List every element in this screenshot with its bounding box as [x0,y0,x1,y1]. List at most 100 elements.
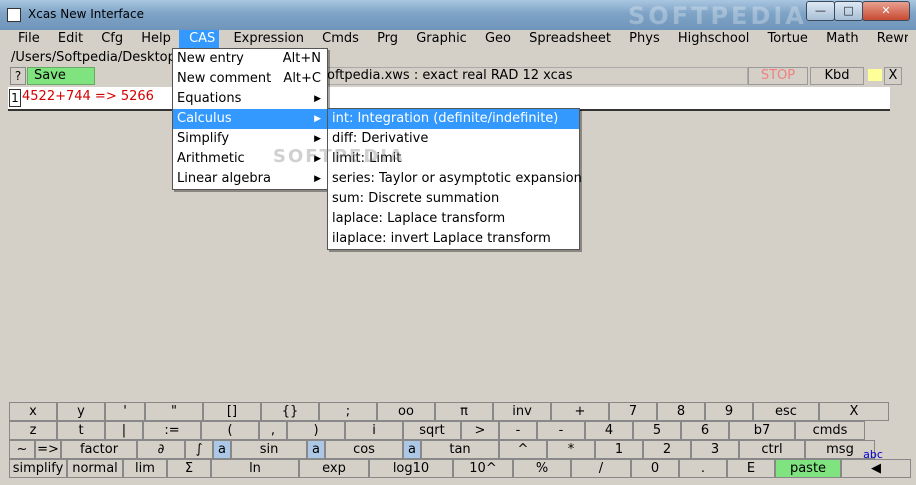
key-lim-3-2[interactable]: lim [123,459,167,478]
key-inv-0-9[interactable]: inv [493,402,551,421]
menu-help[interactable]: Help [131,30,175,48]
key-5-1-13[interactable]: 5 [633,421,681,440]
key-pi-0-8[interactable]: π [435,402,493,421]
key-z-1-0[interactable]: z [9,421,57,440]
key-ten-pow-3-7[interactable]: 10^ [453,459,513,478]
key-sin-2-6[interactable]: sin [231,440,307,459]
line-number[interactable]: 1 [9,89,21,107]
key-divide-3-9[interactable]: / [571,459,631,478]
key-minus-1-11[interactable]: - [537,421,585,440]
menu-tortue[interactable]: Tortue [758,30,812,48]
key-i-1-7[interactable]: i [345,421,403,440]
key-a-2-7[interactable]: a [307,440,325,459]
menu-item-int[interactable]: int: Integration (definite/indefinite) [328,109,579,129]
menu-cfg[interactable]: Cfg [91,30,127,48]
key-dquote-0-3[interactable]: " [145,402,203,421]
menu-item-equations[interactable]: Equations ▶ [173,89,327,109]
menu-file[interactable]: File [8,30,44,48]
key-brackets-0-4[interactable]: [] [203,402,261,421]
menu-item-laplace[interactable]: laplace: Laplace transform [328,209,579,229]
key-ctrl-2-16[interactable]: ctrl [739,440,805,459]
key-t-1-1[interactable]: t [57,421,105,440]
menu-item-series[interactable]: series: Taylor or asymptotic expansion [328,169,582,189]
key-x-0-0[interactable]: x [9,402,57,421]
key-quote-0-2[interactable]: ' [105,402,145,421]
session-close-button[interactable]: X [884,67,902,85]
save-button[interactable]: Save [27,67,95,85]
key-a-2-9[interactable]: a [403,440,421,459]
key-factor-2-2[interactable]: factor [61,440,137,459]
menu-phys[interactable]: Phys [619,30,664,48]
key-7-0-11[interactable]: 7 [609,402,657,421]
minimize-button[interactable]: — [806,1,835,21]
maximize-button[interactable]: □ [834,1,863,21]
menu-highschool[interactable]: Highschool [668,30,754,48]
key-gt-1-9[interactable]: > [461,421,499,440]
key-6-1-14[interactable]: 6 [681,421,729,440]
menu-cmds[interactable]: Cmds [312,30,363,48]
key-partial-2-3[interactable]: ∂ [137,440,185,459]
key-x-0-15[interactable]: X [819,402,889,421]
key-4-1-12[interactable]: 4 [585,421,633,440]
key-cmds-1-16[interactable]: cmds [795,421,865,440]
key-comma-1-5[interactable]: , [259,421,287,440]
key-integral-2-4[interactable]: ∫ [185,440,213,459]
menu-geo[interactable]: Geo [475,30,515,48]
key-dot-3-11[interactable]: . [679,459,727,478]
key-caret-2-11[interactable]: ^ [499,440,547,459]
menu-spreadsheet[interactable]: Spreadsheet [519,30,615,48]
key-ln-3-4[interactable]: ln [211,459,299,478]
key-times-2-12[interactable]: * [547,440,595,459]
menu-item-linear-algebra[interactable]: Linear algebra ▶ [173,169,327,189]
key-assign-1-3[interactable]: := [143,421,201,440]
key-tan-2-10[interactable]: tan [421,440,499,459]
key-oo-0-7[interactable]: oo [377,402,435,421]
stop-button[interactable]: STOP [748,67,808,85]
menu-rewrite[interactable]: Rewrite [867,30,908,48]
key-plus-0-10[interactable]: + [551,402,609,421]
key-y-0-1[interactable]: y [57,402,105,421]
key-exp-3-5[interactable]: exp [299,459,369,478]
key-b7-1-15[interactable]: b7 [729,421,795,440]
key-arrow-2-1[interactable]: => [35,440,61,459]
key-2-2-14[interactable]: 2 [643,440,691,459]
close-button[interactable]: ✕ [862,1,910,21]
key-simplify-3-0[interactable]: simplify [9,459,67,478]
key-sigma-3-3[interactable]: Σ [167,459,211,478]
key-braces-0-5[interactable]: {} [261,402,319,421]
key-lparen-1-4[interactable]: ( [201,421,259,440]
key-9-0-13[interactable]: 9 [705,402,753,421]
menu-item-calculus[interactable]: Calculus ▶ [173,109,327,129]
kbd-button[interactable]: Kbd [810,67,864,85]
menu-expression[interactable]: Expression [223,30,308,48]
menu-cas[interactable]: CAS [179,30,220,48]
key-normal-3-1[interactable]: normal [67,459,123,478]
key-tilde-2-0[interactable]: ~ [9,440,35,459]
key-paste-3-13[interactable]: paste [775,459,841,478]
key-log10-3-6[interactable]: log10 [369,459,453,478]
key-sqrt-1-8[interactable]: sqrt [403,421,461,440]
menu-item-ilaplace[interactable]: ilaplace: invert Laplace transform [328,229,579,249]
help-button[interactable]: ? [10,67,26,85]
key-a-2-5[interactable]: a [213,440,231,459]
menu-item-sum[interactable]: sum: Discrete summation [328,189,579,209]
key-0-3-10[interactable]: 0 [631,459,679,478]
key-backspace-3-14[interactable]: ◀ [841,459,911,478]
key-pipe-1-2[interactable]: | [105,421,143,440]
menu-item-new-entry[interactable]: New entry Alt+N [173,49,327,69]
key-e-3-12[interactable]: E [727,459,775,478]
expression-text[interactable]: 4522+744 => 5266 [22,89,154,105]
menu-prg[interactable]: Prg [367,30,402,48]
key-rparen-1-6[interactable]: ) [287,421,345,440]
key-3-2-15[interactable]: 3 [691,440,739,459]
key-8-0-12[interactable]: 8 [657,402,705,421]
key-semicolon-0-6[interactable]: ; [319,402,377,421]
key-percent-3-8[interactable]: % [513,459,571,478]
key-abc[interactable]: abc [838,450,908,460]
key-minus-1-10[interactable]: - [499,421,537,440]
menu-graphic[interactable]: Graphic [406,30,471,48]
key-esc-0-14[interactable]: esc [753,402,819,421]
menu-item-new-comment[interactable]: New comment Alt+C [173,69,327,89]
key-1-2-13[interactable]: 1 [595,440,643,459]
key-cos-2-8[interactable]: cos [325,440,403,459]
